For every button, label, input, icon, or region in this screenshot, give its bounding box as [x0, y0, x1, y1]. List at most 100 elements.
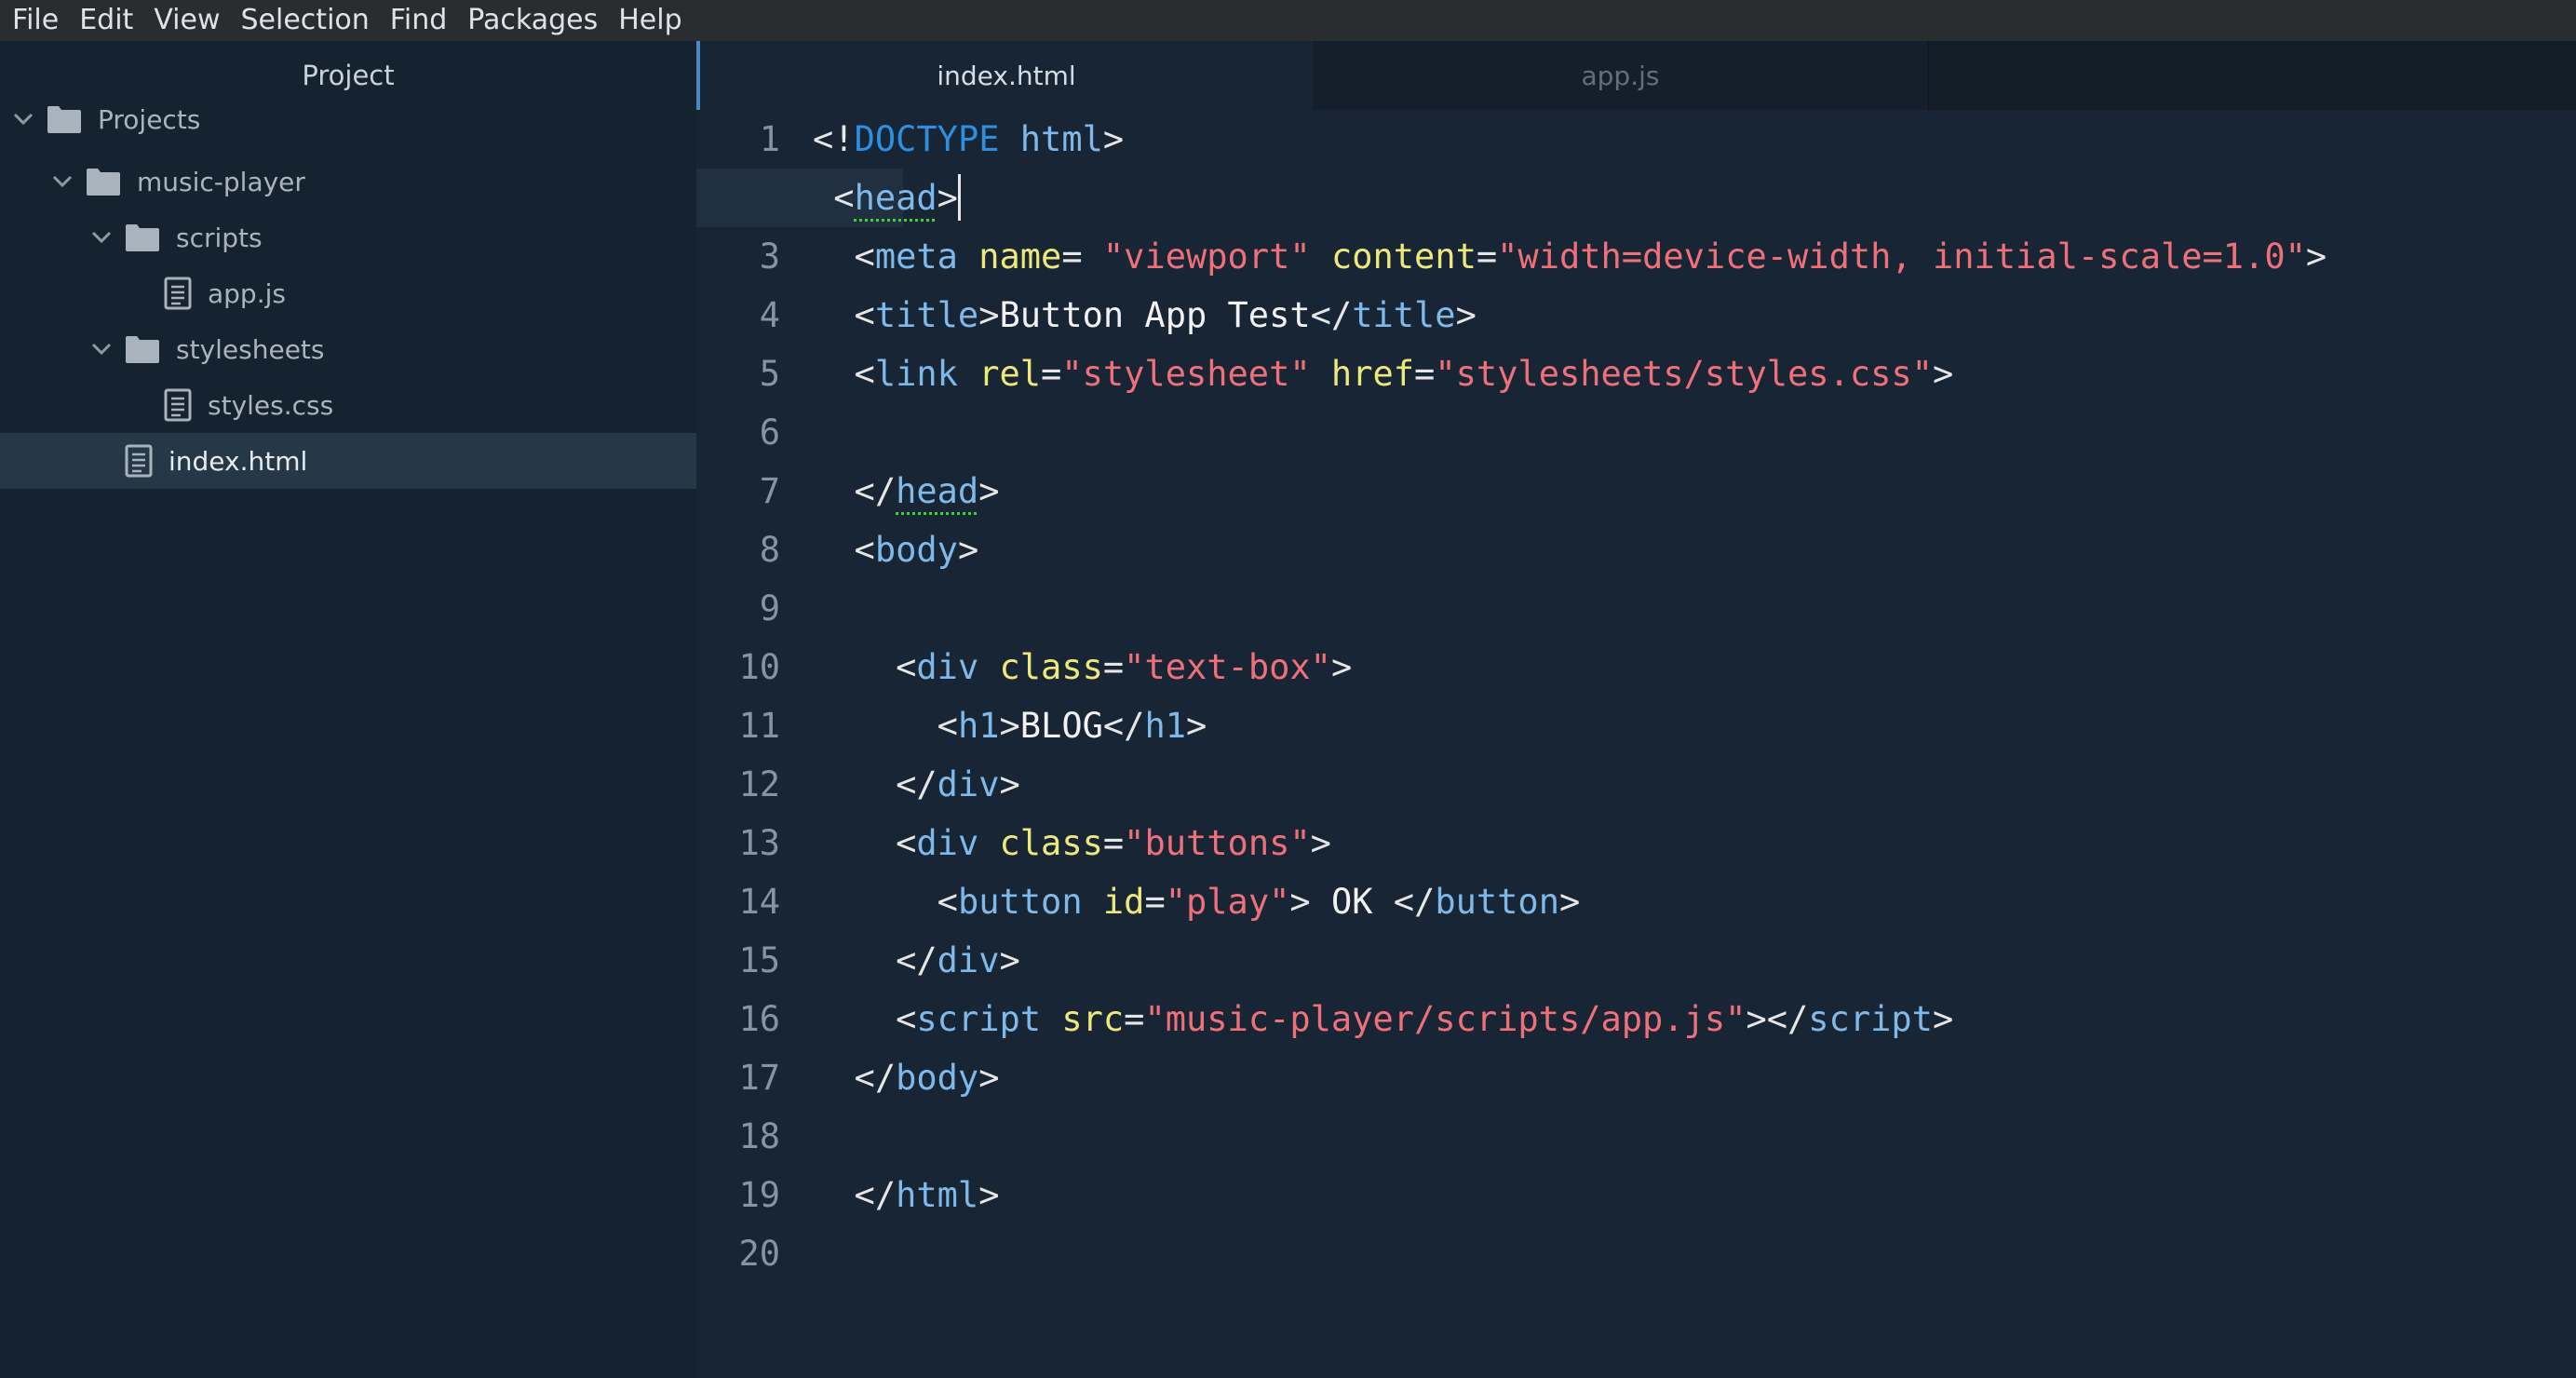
menu-find[interactable]: Find [385, 0, 463, 41]
code-token: </ [813, 1175, 897, 1215]
tree-folder[interactable]: scripts [0, 209, 696, 265]
file-icon [164, 388, 192, 422]
code-token: </ [813, 940, 937, 980]
code-token: div [937, 764, 1000, 804]
code-token: head [896, 471, 979, 511]
chevron-down-icon[interactable] [11, 107, 35, 131]
code-token: < [813, 823, 917, 863]
code-line[interactable]: <body> [813, 520, 979, 579]
tree-item-label: styles.css [208, 389, 334, 421]
code-token: < [813, 647, 917, 687]
code-token: h1 [957, 706, 1000, 746]
code-line[interactable]: </body> [813, 1048, 1000, 1107]
chevron-down-icon[interactable] [89, 337, 114, 361]
code-line[interactable]: <title>Button App Test</title> [813, 286, 1477, 344]
code-line[interactable]: <div class="text-box"> [813, 638, 1352, 696]
menu-help[interactable]: Help [614, 0, 697, 41]
code-line[interactable]: <script src="music-player/scripts/app.js… [813, 990, 1953, 1048]
code-token: </ [813, 1058, 897, 1098]
code-token: > [1932, 354, 1954, 394]
menu-edit[interactable]: Edit [74, 0, 149, 41]
code-token: "play" [1165, 882, 1290, 922]
code-token: > [1330, 647, 1353, 687]
file-icon [125, 444, 153, 478]
code-token: name [978, 236, 1062, 277]
code-line[interactable]: </div> [813, 755, 1020, 814]
line-number: 18 [738, 1116, 780, 1156]
code-token: = [1414, 354, 1436, 394]
code-token: class [999, 823, 1103, 863]
code-line[interactable]: </div> [813, 931, 1020, 990]
menu-file[interactable]: File [7, 0, 74, 41]
line-number: 16 [738, 999, 780, 1039]
code-token: class [999, 647, 1103, 687]
code-line[interactable]: </head> [813, 462, 1000, 520]
line-number-gutter: 1234567891011121314151617181920 [696, 110, 813, 1378]
tree-file[interactable]: index.html [0, 433, 696, 489]
code-token: "buttons" [1124, 823, 1311, 863]
line-number: 13 [738, 823, 780, 863]
tree-item-label: stylesheets [176, 333, 325, 365]
code-editor[interactable]: <!DOCTYPE html> <head> <meta name= "view… [696, 110, 2576, 1378]
code-token: Button App Test [999, 295, 1311, 335]
tree-file[interactable]: styles.css [0, 377, 696, 433]
code-token: > [978, 1175, 1000, 1215]
code-token: = [1102, 823, 1125, 863]
file-icon [164, 277, 192, 310]
editor-area: index.html app.js 1234567891011121314151… [696, 41, 2576, 1378]
code-line[interactable]: <h1>BLOG</h1> [813, 696, 1207, 755]
folder-icon [125, 334, 160, 364]
tab-index-html[interactable]: index.html [696, 41, 1313, 110]
line-number: 17 [738, 1058, 780, 1098]
code-line[interactable]: <head> [813, 169, 961, 227]
tab-label: index.html [937, 60, 1076, 91]
chevron-down-icon[interactable] [89, 225, 114, 250]
line-number: 10 [738, 647, 780, 687]
code-token: script [916, 999, 1042, 1039]
code-token: </ [1102, 706, 1145, 746]
code-token: > [999, 706, 1020, 746]
code-token: = [1041, 354, 1062, 394]
code-token: < [813, 882, 958, 922]
code-token: > [2305, 236, 2327, 277]
menu-selection[interactable]: Selection [236, 0, 385, 41]
code-token: < [813, 354, 875, 394]
tree-item-label: scripts [176, 222, 263, 253]
code-token: > [978, 295, 1000, 335]
code-line[interactable]: </html> [813, 1166, 1000, 1224]
code-token: id [1102, 882, 1145, 922]
code-line[interactable]: <link rel="stylesheet" href="stylesheets… [813, 344, 1954, 403]
folder-icon [86, 167, 121, 196]
code-line[interactable]: <button id="play"> OK </button> [813, 872, 1581, 931]
code-line[interactable]: <!DOCTYPE html> [813, 110, 1124, 169]
code-token: body [874, 530, 958, 570]
code-token: content [1330, 236, 1477, 277]
menu-packages[interactable]: Packages [463, 0, 614, 41]
tab-app-js[interactable]: app.js [1313, 41, 1929, 110]
code-token: OK [1330, 882, 1373, 922]
code-line[interactable]: <meta name= "viewport" content="width=de… [813, 227, 2327, 286]
tree-folder[interactable]: music-player [0, 154, 696, 209]
code-token: link [874, 354, 958, 394]
tree-item-label: index.html [169, 445, 308, 477]
line-number: 3 [759, 236, 780, 277]
tree-folder[interactable]: Projects [0, 91, 696, 147]
code-token: "width=device-width, initial-scale=1.0" [1497, 236, 2306, 277]
code-line[interactable]: <div class="buttons"> [813, 814, 1331, 872]
code-token: body [896, 1058, 979, 1098]
code-token: title [874, 295, 979, 335]
code-token: "viewport" [1102, 236, 1311, 277]
line-number: 1 [759, 119, 780, 159]
menu-view[interactable]: View [149, 0, 236, 41]
tree-file[interactable]: app.js [0, 265, 696, 321]
code-token: div [937, 940, 1000, 980]
code-token: </ [1310, 295, 1353, 335]
chevron-down-icon[interactable] [50, 169, 74, 194]
code-token: > [978, 1058, 1000, 1098]
code-token: html [1019, 119, 1103, 159]
tree-folder[interactable]: stylesheets [0, 321, 696, 377]
